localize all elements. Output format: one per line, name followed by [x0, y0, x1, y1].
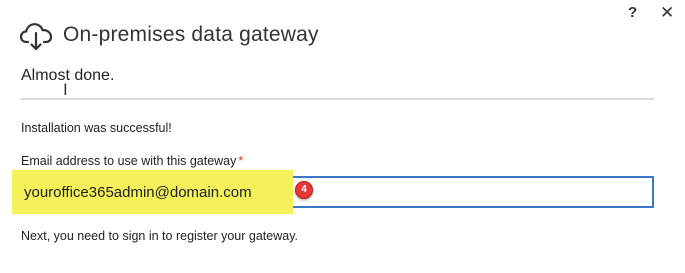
divider: [21, 98, 654, 100]
gateway-installer-dialog: ? ✕ On-premises data gateway Almost done…: [0, 0, 685, 273]
email-label-text: Email address to use with this gateway: [21, 154, 237, 168]
step-badge: 4: [295, 181, 313, 199]
required-indicator: *: [238, 154, 244, 168]
email-field-label: Email address to use with this gateway *: [21, 154, 243, 168]
close-icon[interactable]: ✕: [660, 3, 674, 23]
installation-status: Installation was successful!: [21, 121, 172, 135]
next-step-message: Next, you need to sign in to register yo…: [21, 229, 299, 243]
app-title: On-premises data gateway: [63, 23, 319, 46]
help-icon[interactable]: ?: [628, 4, 637, 21]
dialog-header: On-premises data gateway: [19, 18, 319, 52]
mouse-text-cursor: I: [63, 80, 68, 99]
cloud-upload-icon: [19, 18, 53, 52]
email-field[interactable]: [24, 180, 624, 204]
